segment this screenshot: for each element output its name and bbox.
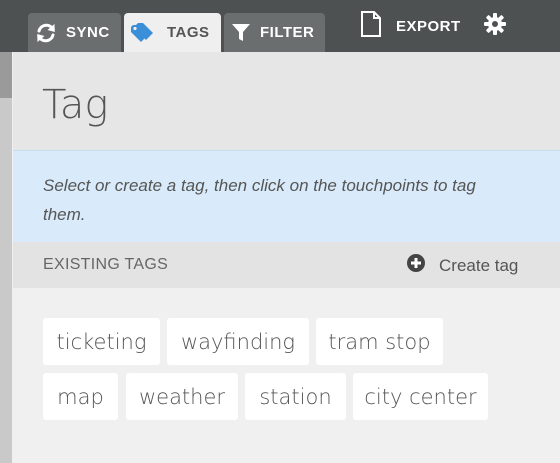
gear-icon[interactable]	[484, 13, 506, 40]
create-tag-label: Create tag	[439, 255, 519, 275]
tab-tags-label: TAGS	[167, 24, 210, 41]
side-strip-handle	[0, 52, 12, 98]
existing-tags-header: EXISTING TAGS Create tag	[13, 242, 560, 288]
info-banner: Select or create a tag, then click on th…	[13, 150, 560, 242]
export-button[interactable]: EXPORT	[360, 11, 461, 41]
tag-chip-station[interactable]: station	[245, 373, 346, 420]
tag-chip-wayfinding[interactable]: wayfinding	[167, 318, 309, 365]
top-toolbar: SYNC TAGS FILTER EXPORT	[0, 0, 560, 52]
side-strip	[0, 52, 12, 463]
plus-circle-icon	[407, 254, 425, 277]
tag-chip-weather[interactable]: weather	[126, 373, 238, 420]
tag-panel: Tag Select or create a tag, then click o…	[13, 52, 560, 463]
document-icon	[360, 11, 382, 41]
tab-filter[interactable]: FILTER	[224, 13, 325, 52]
info-text: Select or create a tag, then click on th…	[43, 176, 476, 224]
page-title: Tag	[42, 82, 109, 128]
tag-chip-map[interactable]: map	[43, 373, 118, 420]
create-tag-button[interactable]: Create tag	[407, 254, 518, 277]
export-label: EXPORT	[396, 17, 461, 35]
tag-chip-city-center[interactable]: city center	[353, 373, 488, 420]
tab-filter-label: FILTER	[260, 24, 315, 41]
tag-chip-tram-stop[interactable]: tram stop	[316, 318, 443, 365]
sync-icon	[35, 22, 57, 44]
tab-sync[interactable]: SYNC	[28, 13, 121, 52]
tag-icon	[131, 22, 158, 44]
filter-icon	[231, 23, 251, 43]
section-heading: EXISTING TAGS	[43, 256, 169, 273]
tab-tags[interactable]: TAGS	[124, 13, 221, 52]
panel-header: Tag	[13, 52, 560, 150]
tab-sync-label: SYNC	[66, 24, 110, 41]
tag-chip-ticketing[interactable]: ticketing	[43, 318, 160, 365]
